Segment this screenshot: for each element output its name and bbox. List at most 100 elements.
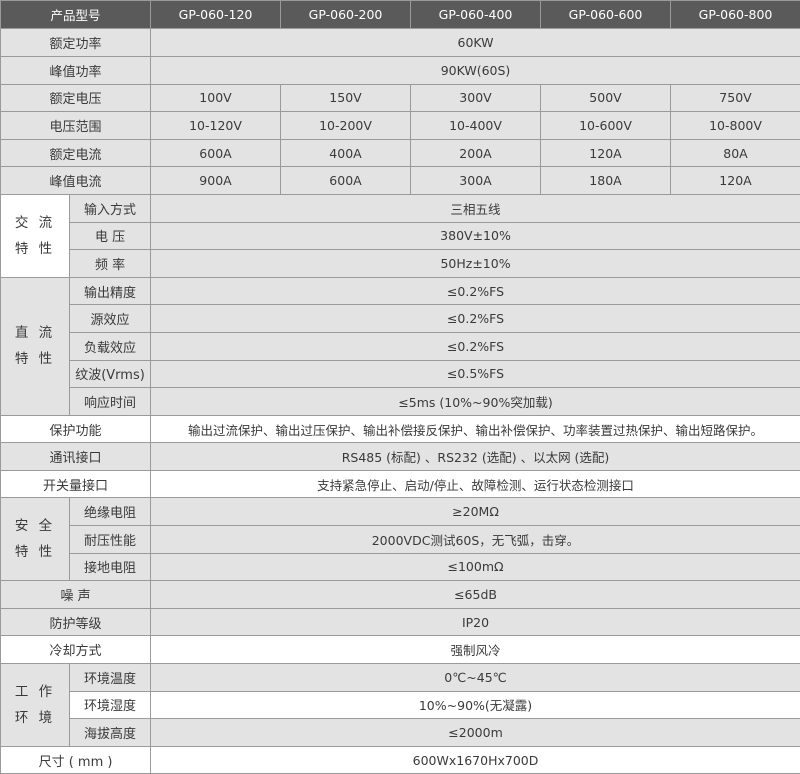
table-cell: 10-800V <box>671 112 800 140</box>
model-header: GP-060-120 <box>151 1 281 29</box>
table-cell: 80A <box>671 139 800 167</box>
table-cell: 180A <box>541 167 671 195</box>
group-line: 工 作 <box>1 679 69 705</box>
table-cell: 900A <box>151 167 281 195</box>
sub-label: 环境温度 <box>70 664 151 692</box>
row-value: 支持紧急停止、启动/停止、故障检测、运行状态检测接口 <box>151 470 800 498</box>
cooling-row: 冷却方式 强制风冷 <box>1 636 800 664</box>
communication-row: 通讯接口 RS485 (标配) 、RS232 (选配) 、以太网 (选配) <box>1 443 800 471</box>
row-label: 尺寸 ( mm ) <box>1 746 151 774</box>
sub-label: 源效应 <box>70 305 151 333</box>
group-line: 特 性 <box>1 539 69 565</box>
table-cell: 600A <box>151 139 281 167</box>
rated-current-row: 额定电流 600A 400A 200A 120A 80A <box>1 139 800 167</box>
environment-row: 环境湿度 10%~90%(无凝露) <box>1 691 800 719</box>
sub-label: 电 压 <box>70 222 151 250</box>
safety-row: 安 全 特 性 绝缘电阻 ≥20MΩ <box>1 498 800 526</box>
table-cell: 150V <box>281 84 411 112</box>
row-value: IP20 <box>151 608 800 636</box>
table-cell: 400A <box>281 139 411 167</box>
model-header: GP-060-200 <box>281 1 411 29</box>
row-value: ≤65dB <box>151 581 800 609</box>
row-value: 50Hz±10% <box>151 250 800 278</box>
row-label: 额定功率 <box>1 29 151 57</box>
row-value: ≥20MΩ <box>151 498 800 526</box>
row-value: 输出过流保护、输出过压保护、输出补偿接反保护、输出补偿保护、功率装置过热保护、输… <box>151 415 800 443</box>
sub-label: 响应时间 <box>70 388 151 416</box>
rated-voltage-row: 额定电压 100V 150V 300V 500V 750V <box>1 84 800 112</box>
row-value: ≤5ms (10%~90%突加载) <box>151 388 800 416</box>
group-line: 特 性 <box>1 236 69 262</box>
row-label: 防护等级 <box>1 608 151 636</box>
environment-group-label: 工 作 环 境 <box>1 664 70 747</box>
sub-label: 海拔高度 <box>70 719 151 747</box>
table-cell: 200A <box>411 139 541 167</box>
row-label: 额定电压 <box>1 84 151 112</box>
group-line: 安 全 <box>1 513 69 539</box>
ip-rating-row: 防护等级 IP20 <box>1 608 800 636</box>
sub-label: 接地电阻 <box>70 553 151 581</box>
row-value: 60KW <box>151 29 800 57</box>
ac-row: 交 流 特 性 输入方式 三相五线 <box>1 194 800 222</box>
ac-group-label: 交 流 特 性 <box>1 194 70 277</box>
safety-row: 接地电阻 ≤100mΩ <box>1 553 800 581</box>
table-cell: 100V <box>151 84 281 112</box>
row-label: 保护功能 <box>1 415 151 443</box>
table-cell: 120A <box>541 139 671 167</box>
table-cell: 600A <box>281 167 411 195</box>
sub-label: 负载效应 <box>70 332 151 360</box>
safety-group-label: 安 全 特 性 <box>1 498 70 581</box>
group-line: 交 流 <box>1 210 69 236</box>
row-value: RS485 (标配) 、RS232 (选配) 、以太网 (选配) <box>151 443 800 471</box>
safety-row: 耐压性能 2000VDC测试60S，无飞弧，击穿。 <box>1 526 800 554</box>
row-value: 三相五线 <box>151 194 800 222</box>
switch-interface-row: 开关量接口 支持紧急停止、启动/停止、故障检测、运行状态检测接口 <box>1 470 800 498</box>
noise-row: 噪 声 ≤65dB <box>1 581 800 609</box>
sub-label: 耐压性能 <box>70 526 151 554</box>
environment-row: 海拔高度 ≤2000m <box>1 719 800 747</box>
table-cell: 10-120V <box>151 112 281 140</box>
table-cell: 300V <box>411 84 541 112</box>
sub-label: 纹波(Vrms) <box>70 360 151 388</box>
group-line: 直 流 <box>1 320 69 346</box>
group-line: 特 性 <box>1 346 69 372</box>
row-value: 2000VDC测试60S，无飞弧，击穿。 <box>151 526 800 554</box>
table-cell: 120A <box>671 167 800 195</box>
row-value: 600Wx1670Hx700D <box>151 746 800 774</box>
sub-label: 环境湿度 <box>70 691 151 719</box>
row-value: 90KW(60S) <box>151 56 800 84</box>
row-value: 0℃~45℃ <box>151 664 800 692</box>
protection-row: 保护功能 输出过流保护、输出过压保护、输出补偿接反保护、输出补偿保护、功率装置过… <box>1 415 800 443</box>
table-cell: 750V <box>671 84 800 112</box>
voltage-range-row: 电压范围 10-120V 10-200V 10-400V 10-600V 10-… <box>1 112 800 140</box>
dc-row: 纹波(Vrms) ≤0.5%FS <box>1 360 800 388</box>
dimensions-row: 尺寸 ( mm ) 600Wx1670Hx700D <box>1 746 800 774</box>
row-value: ≤2000m <box>151 719 800 747</box>
row-value: ≤100mΩ <box>151 553 800 581</box>
row-label: 冷却方式 <box>1 636 151 664</box>
row-value: ≤0.5%FS <box>151 360 800 388</box>
dc-row: 响应时间 ≤5ms (10%~90%突加载) <box>1 388 800 416</box>
peak-current-row: 峰值电流 900A 600A 300A 180A 120A <box>1 167 800 195</box>
sub-label: 绝缘电阻 <box>70 498 151 526</box>
row-label: 开关量接口 <box>1 470 151 498</box>
dc-group-label: 直 流 特 性 <box>1 277 70 415</box>
table-cell: 10-600V <box>541 112 671 140</box>
row-value: ≤0.2%FS <box>151 332 800 360</box>
row-value: ≤0.2%FS <box>151 305 800 333</box>
row-label: 额定电流 <box>1 139 151 167</box>
environment-row: 工 作 环 境 环境温度 0℃~45℃ <box>1 664 800 692</box>
row-label: 噪 声 <box>1 581 151 609</box>
table-cell: 300A <box>411 167 541 195</box>
model-header: GP-060-400 <box>411 1 541 29</box>
row-value: 强制风冷 <box>151 636 800 664</box>
row-value: 380V±10% <box>151 222 800 250</box>
row-label: 峰值功率 <box>1 56 151 84</box>
model-header: GP-060-600 <box>541 1 671 29</box>
sub-label: 输入方式 <box>70 194 151 222</box>
spec-table: 产品型号 GP-060-120 GP-060-200 GP-060-400 GP… <box>0 0 800 774</box>
dc-row: 负载效应 ≤0.2%FS <box>1 332 800 360</box>
peak-power-row: 峰值功率 90KW(60S) <box>1 56 800 84</box>
model-header: GP-060-800 <box>671 1 800 29</box>
rated-power-row: 额定功率 60KW <box>1 29 800 57</box>
